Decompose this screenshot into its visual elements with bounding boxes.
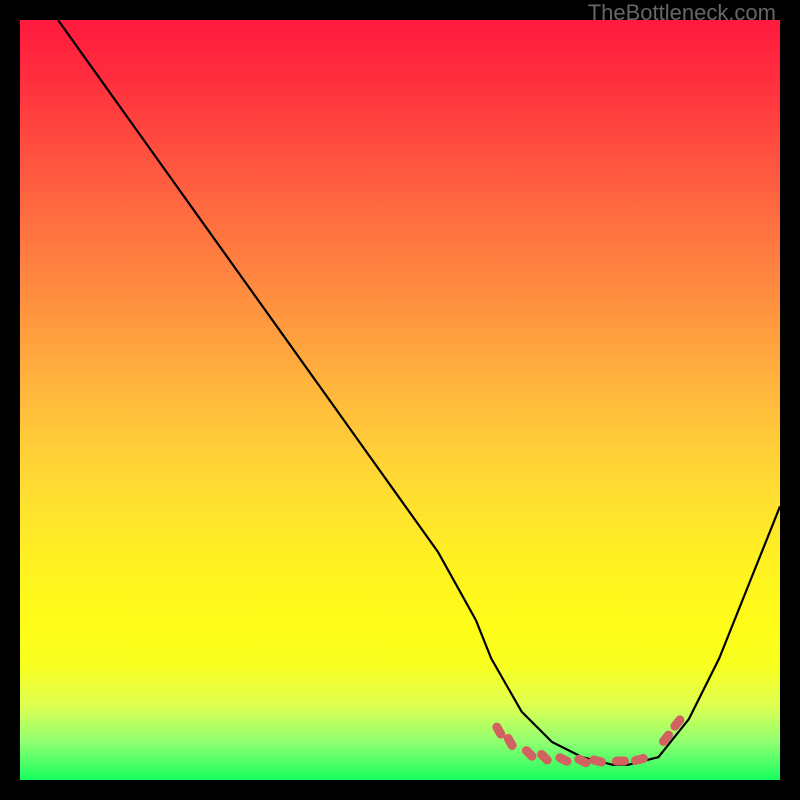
curve-marker <box>573 753 592 769</box>
curve-path <box>58 20 780 765</box>
curve-marker <box>520 744 538 762</box>
curve-marker <box>657 729 675 748</box>
marker-group <box>491 714 687 769</box>
curve-marker <box>535 748 553 766</box>
curve-marker <box>630 753 649 766</box>
curve-marker <box>669 714 687 733</box>
curve-marker <box>554 752 573 768</box>
bottleneck-curve <box>20 20 780 780</box>
plot-area <box>20 20 780 780</box>
chart-frame: TheBottleneck.com <box>0 0 800 800</box>
curve-marker <box>612 757 629 766</box>
curve-marker <box>588 755 607 768</box>
